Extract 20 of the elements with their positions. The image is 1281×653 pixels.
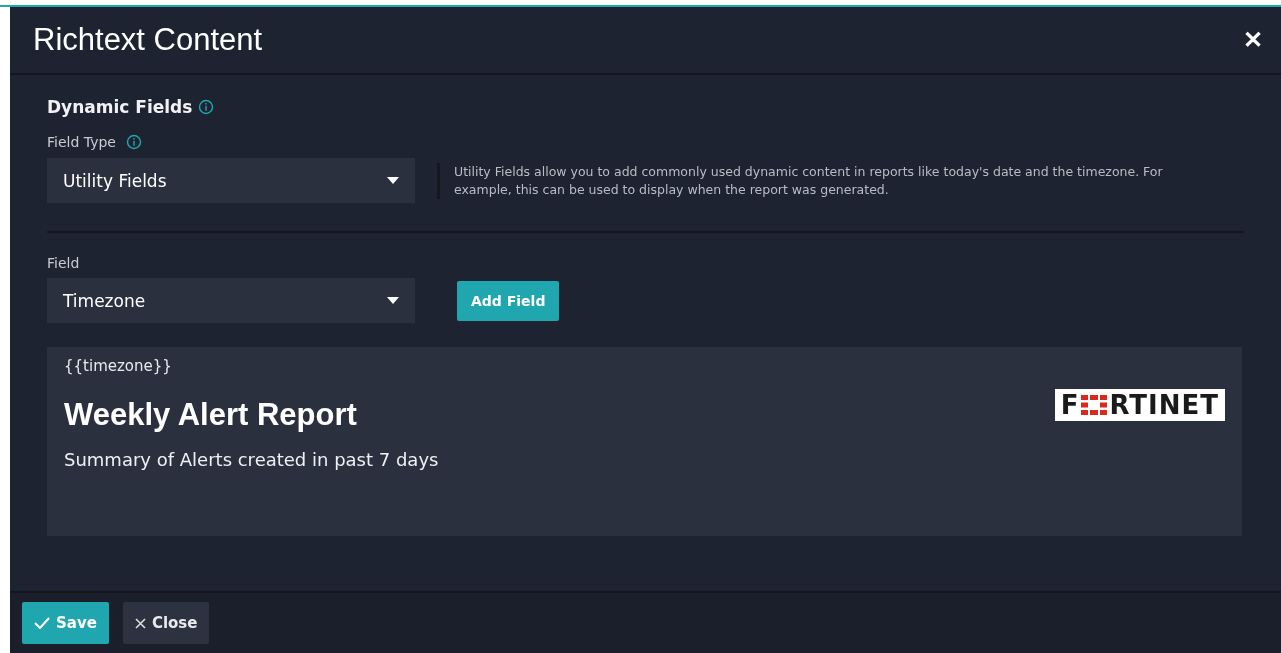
caret-icon [387, 297, 399, 304]
report-subtitle: Summary of Alerts created in past 7 days [64, 449, 440, 470]
caret-icon [387, 177, 399, 184]
check-icon [34, 617, 50, 629]
field-type-dropdown[interactable]: Utility Fields [47, 158, 415, 203]
info-icon[interactable] [198, 99, 215, 115]
field-label: Field Type [47, 134, 116, 150]
field-dropdown[interactable]: Timezone [47, 278, 415, 323]
field-label: Field [47, 255, 80, 271]
template-tag: {{timezone}} [64, 357, 1225, 375]
info-icon[interactable] [125, 134, 142, 150]
report-heading: Weekly Alert Report [64, 397, 357, 433]
company-logo: F RTINET [1054, 389, 1225, 421]
section-title: Dynamic Fields [47, 97, 193, 117]
close-button[interactable]: Close [122, 602, 210, 644]
close-icon [134, 617, 146, 629]
help-text: Utility Fields allow you to add commonly used dynamic content in reports like today's date and the timezone. For example, this can be used to display when the report was generated. [437, 162, 1214, 199]
dialog-title: Richtext Content [33, 22, 263, 58]
rich-text-editor[interactable]: {{timezone}} Weekly Alert Report F RTINET Summary of Alerts created in past 7 days [47, 347, 1242, 536]
close-button[interactable]: ✕ [1235, 26, 1271, 54]
